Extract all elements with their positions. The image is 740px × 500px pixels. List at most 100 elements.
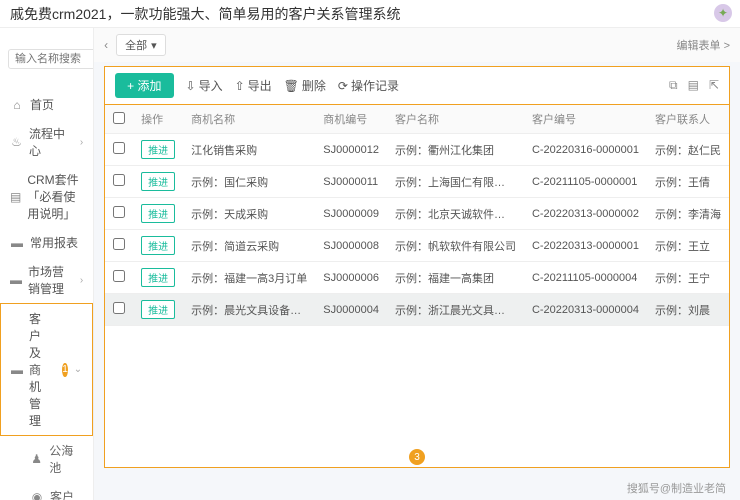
cell-ccode: C-20220313-0000002: [524, 198, 647, 230]
doc-icon: ▤: [10, 190, 21, 204]
table-row[interactable]: 推进示例：晨光文具设备…SJ0000004示例：浙江晨光文具…C-2022031…: [105, 294, 729, 326]
sidebar: + 新建 ⌂首页 ♨流程中心› ▤CRM套件「必看使用说明」 ▬常用报表 ▬市场…: [0, 28, 94, 500]
cell-contact: 示例：王宁: [647, 262, 729, 294]
cell-ccode: C-20220313-0000001: [524, 230, 647, 262]
select-all-checkbox[interactable]: [113, 112, 125, 124]
delete-button[interactable]: 🗑 删除: [284, 77, 326, 94]
row-checkbox[interactable]: [113, 142, 125, 154]
folder-open-icon: ▬: [11, 363, 23, 377]
cell-code: SJ0000011: [315, 166, 387, 198]
push-button[interactable]: 推进: [141, 268, 175, 287]
filter-icon[interactable]: ⧉: [669, 78, 678, 93]
push-button[interactable]: 推进: [141, 172, 175, 191]
flow-icon: ♨: [10, 135, 23, 149]
cell-name: 示例：天成采购: [183, 198, 315, 230]
chevron-down-icon: ⌄: [74, 364, 82, 375]
nav-marketing[interactable]: ▬市场营销管理›: [0, 257, 93, 303]
push-button[interactable]: 推进: [141, 204, 175, 223]
pool-icon: ♟: [30, 452, 43, 466]
col-action: 操作: [133, 105, 183, 134]
main-panel: ‹ 全部 ▾ 编辑表单 > + 添加 ⇩ 导入 ⇧ 导出 🗑 删除 ⟳ 操作记录…: [94, 28, 740, 500]
table-row[interactable]: 推进示例：天成采购SJ0000009示例：北京天诚软件…C-20220313-0…: [105, 198, 729, 230]
nav-crm-kit[interactable]: ▤CRM套件「必看使用说明」: [0, 165, 93, 228]
back-icon[interactable]: ‹: [104, 38, 108, 52]
row-checkbox[interactable]: [113, 302, 125, 314]
user-icon: ◉: [30, 490, 44, 500]
data-table: 操作 商机名称 商机编号 客户名称 客户编号 客户联系人 推进江化销售采购SJ0…: [105, 105, 729, 326]
home-icon: ⌂: [10, 98, 24, 112]
nav-pool[interactable]: ♟公海池: [0, 436, 93, 482]
cell-cust: 示例：浙江晨光文具…: [387, 294, 524, 326]
nav-flow[interactable]: ♨流程中心›: [0, 119, 93, 165]
cell-name: 示例：福建一高3月订单: [183, 262, 315, 294]
table-header-row: 操作 商机名称 商机编号 客户名称 客户编号 客户联系人: [105, 105, 729, 134]
chevron-right-icon: ›: [80, 137, 83, 148]
push-button[interactable]: 推进: [141, 236, 175, 255]
cell-name: 示例：简道云采购: [183, 230, 315, 262]
table-row[interactable]: 推进示例：国仁采购SJ0000011示例：上海国仁有限…C-20211105-0…: [105, 166, 729, 198]
toolbar: + 添加 ⇩ 导入 ⇧ 导出 🗑 删除 ⟳ 操作记录 ⧉ ▤ ⇱: [104, 66, 730, 105]
cell-ccode: C-20220313-0000004: [524, 294, 647, 326]
log-button[interactable]: ⟳ 操作记录: [338, 77, 399, 94]
footer: 搜狐号@制造业老简: [94, 476, 740, 500]
cell-code: SJ0000009: [315, 198, 387, 230]
cell-contact: 示例：刘晨: [647, 294, 729, 326]
cell-cust: 示例：福建一高集团: [387, 262, 524, 294]
nav-reports[interactable]: ▬常用报表: [0, 228, 93, 257]
chevron-down-icon: ▾: [151, 39, 157, 52]
export-icon[interactable]: ⇱: [709, 78, 719, 93]
page-header: 戚免费crm2021，一款功能强大、简单易用的客户关系管理系统: [0, 0, 740, 28]
cell-contact: 示例：王立: [647, 230, 729, 262]
table-row[interactable]: 推进江化销售采购SJ0000012示例：衢州江化集团C-20220316-000…: [105, 134, 729, 166]
badge-1: 1: [62, 363, 68, 377]
add-button[interactable]: + 添加: [115, 73, 173, 98]
export-button[interactable]: ⇧ 导出: [235, 77, 272, 94]
cell-ccode: C-20211105-0000001: [524, 166, 647, 198]
badge-3: 3: [409, 449, 425, 465]
table-row[interactable]: 推进示例：福建一高3月订单SJ0000006示例：福建一高集团C-2021110…: [105, 262, 729, 294]
col-contact: 客户联系人: [647, 105, 729, 134]
push-button[interactable]: 推进: [141, 140, 175, 159]
chevron-right-icon: ›: [80, 275, 83, 286]
nav-home[interactable]: ⌂首页: [0, 90, 93, 119]
row-checkbox[interactable]: [113, 206, 125, 218]
search-input[interactable]: [8, 49, 94, 69]
col-code: 商机编号: [315, 105, 387, 134]
row-checkbox[interactable]: [113, 270, 125, 282]
edit-form-link[interactable]: 编辑表单 >: [677, 37, 730, 53]
filter-dropdown[interactable]: 全部 ▾: [116, 34, 166, 56]
sohu-badge-icon: ✦: [714, 4, 732, 22]
col-ccode: 客户编号: [524, 105, 647, 134]
cell-cust: 示例：北京天诚软件…: [387, 198, 524, 230]
page-title: 戚免费crm2021，一款功能强大、简单易用的客户关系管理系统: [10, 4, 400, 24]
cell-contact: 示例：赵仁民: [647, 134, 729, 166]
folder-icon: ▬: [10, 236, 24, 250]
push-button[interactable]: 推进: [141, 300, 175, 319]
nav-list: ⌂首页 ♨流程中心› ▤CRM套件「必看使用说明」 ▬常用报表 ▬市场营销管理›…: [0, 90, 93, 500]
cell-code: SJ0000006: [315, 262, 387, 294]
columns-icon[interactable]: ▤: [688, 78, 699, 93]
cell-name: 示例：晨光文具设备…: [183, 294, 315, 326]
source-label: 搜狐号@制造业老简: [627, 483, 726, 495]
cell-code: SJ0000008: [315, 230, 387, 262]
nav-customer-opp[interactable]: ▬客户及商机管理1⌄: [0, 303, 93, 436]
cell-code: SJ0000012: [315, 134, 387, 166]
cell-ccode: C-20220316-0000001: [524, 134, 647, 166]
folder-icon: ▬: [10, 273, 22, 287]
nav-customer[interactable]: ◉客户: [0, 482, 93, 500]
cell-contact: 示例：李清海: [647, 198, 729, 230]
cell-code: SJ0000004: [315, 294, 387, 326]
cell-name: 江化销售采购: [183, 134, 315, 166]
cell-cust: 示例：上海国仁有限…: [387, 166, 524, 198]
table-row[interactable]: 推进示例：简道云采购SJ0000008示例：帆软软件有限公司C-20220313…: [105, 230, 729, 262]
breadcrumb: ‹ 全部 ▾ 编辑表单 >: [94, 28, 740, 62]
cell-ccode: C-20211105-0000004: [524, 262, 647, 294]
data-table-wrap: 操作 商机名称 商机编号 客户名称 客户编号 客户联系人 推进江化销售采购SJ0…: [104, 105, 730, 468]
cell-cust: 示例：衢州江化集团: [387, 134, 524, 166]
row-checkbox[interactable]: [113, 174, 125, 186]
cell-name: 示例：国仁采购: [183, 166, 315, 198]
cell-cust: 示例：帆软软件有限公司: [387, 230, 524, 262]
cell-contact: 示例：王倩: [647, 166, 729, 198]
import-button[interactable]: ⇩ 导入: [186, 77, 223, 94]
row-checkbox[interactable]: [113, 238, 125, 250]
